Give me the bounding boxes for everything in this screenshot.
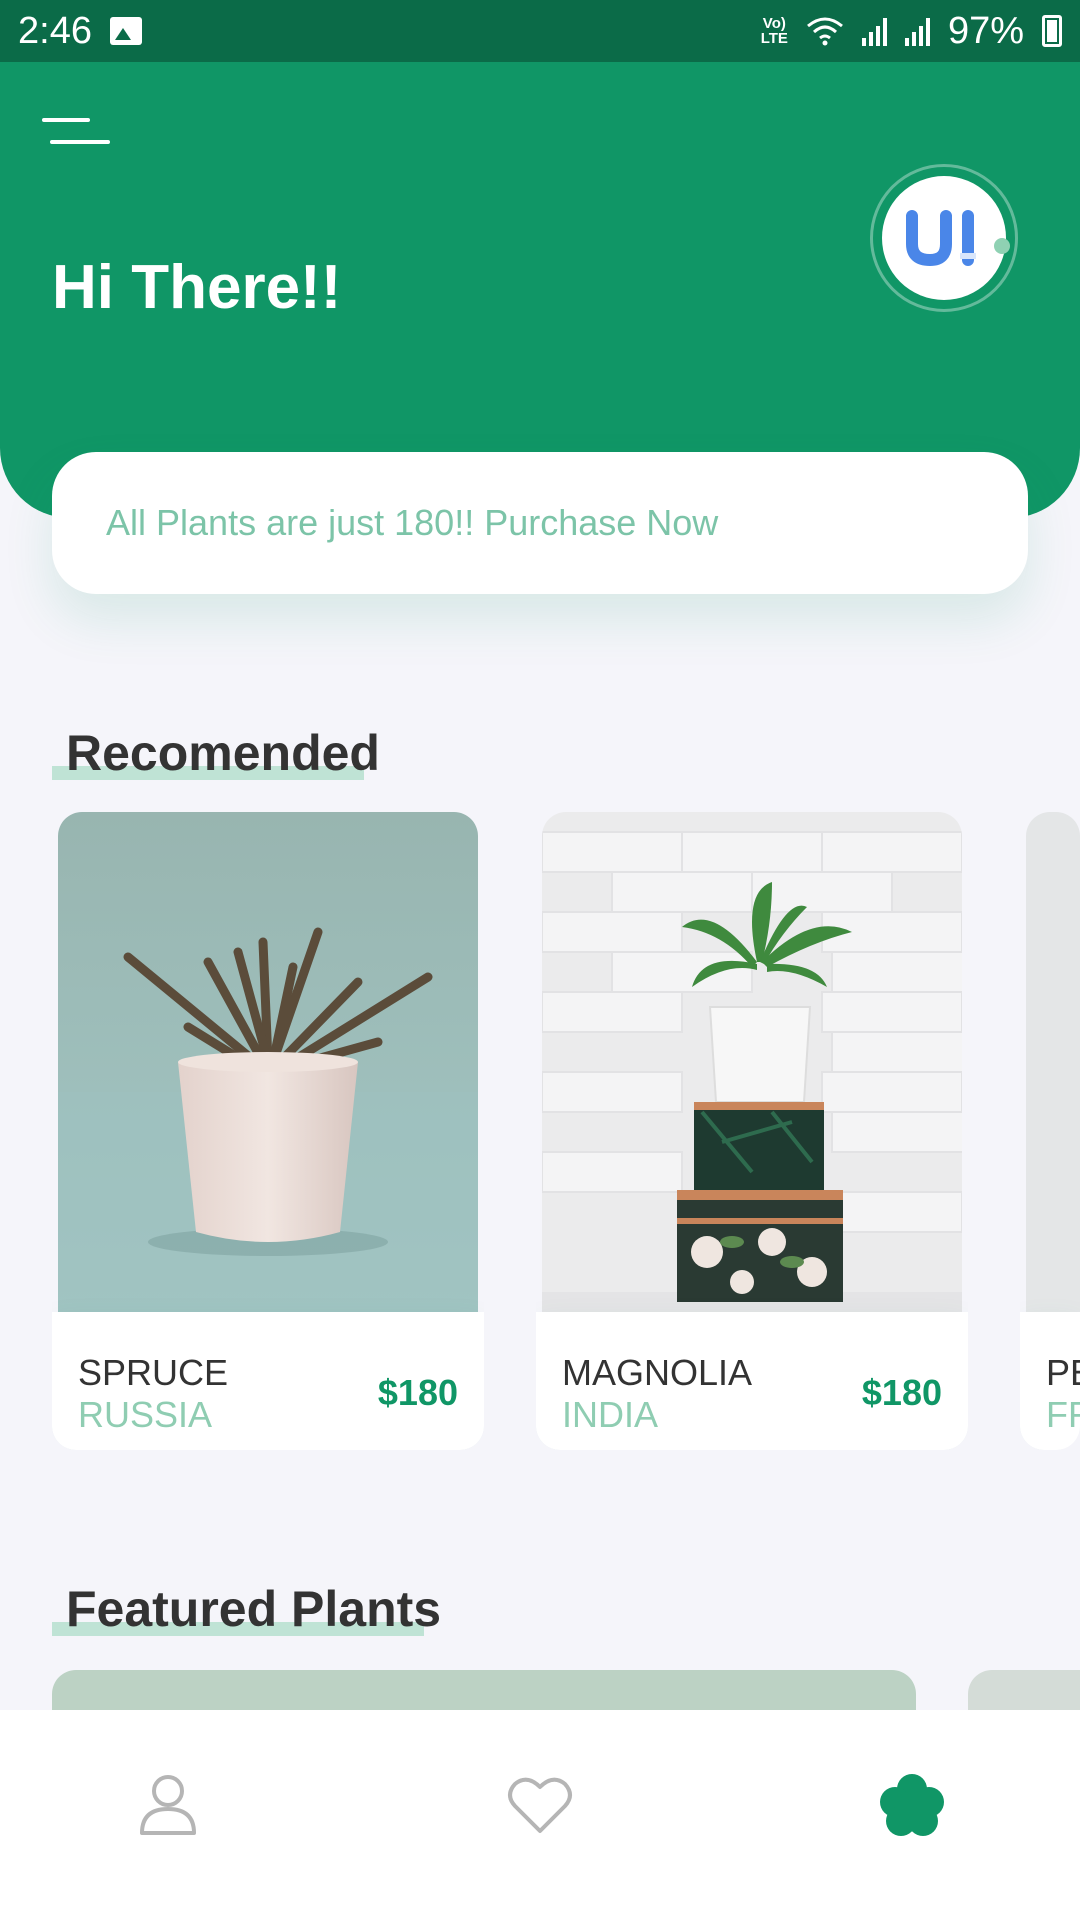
user-icon bbox=[140, 1775, 196, 1835]
heart-icon bbox=[508, 1777, 572, 1833]
promo-search-bar[interactable] bbox=[52, 452, 1028, 594]
plant-name: PE bbox=[1046, 1352, 1080, 1393]
avatar[interactable] bbox=[870, 164, 1018, 312]
signal-icon-2 bbox=[904, 16, 930, 46]
signal-icon bbox=[861, 16, 887, 46]
recommended-section-title: Recomended bbox=[52, 724, 380, 782]
promo-input[interactable] bbox=[106, 502, 986, 544]
plant-card-partial[interactable]: PE FF bbox=[1020, 812, 1080, 1450]
plant-card-magnolia[interactable]: MAGNOLIA INDIA $180 bbox=[536, 812, 968, 1450]
plant-photo bbox=[1026, 812, 1080, 1312]
card-info: SPRUCE RUSSIA $180 bbox=[52, 1312, 484, 1450]
volte-indicator: Vo) LTE bbox=[760, 15, 788, 47]
status-time: 2:46 bbox=[18, 9, 92, 52]
ui-logo-icon bbox=[906, 210, 976, 267]
menu-line-top bbox=[42, 118, 90, 122]
plant-country: INDIA bbox=[562, 1394, 659, 1435]
plant-photo bbox=[58, 812, 478, 1312]
plant-price: $180 bbox=[861, 1372, 942, 1413]
menu-button[interactable] bbox=[40, 118, 110, 158]
plant-country: FF bbox=[1046, 1394, 1080, 1435]
spruce-plant-image bbox=[58, 812, 478, 1312]
plant-name: MAGNOLIA bbox=[562, 1352, 753, 1393]
nav-favorites[interactable] bbox=[495, 1760, 585, 1850]
image-notification-icon bbox=[109, 17, 142, 45]
plant-name: SPRUCE bbox=[78, 1352, 229, 1393]
plant-photo bbox=[542, 812, 962, 1312]
featured-section-title: Featured Plants bbox=[52, 1580, 441, 1638]
featured-title: Featured Plants bbox=[66, 1581, 442, 1637]
menu-line-bottom bbox=[50, 140, 110, 144]
battery-percent: 97% bbox=[947, 9, 1024, 52]
status-bar: 2:46 Vo) LTE 97% bbox=[0, 0, 1080, 62]
wifi-icon bbox=[806, 17, 843, 46]
flower-icon bbox=[880, 1774, 944, 1836]
card-info: PE FF bbox=[1020, 1312, 1080, 1450]
magnolia-plant-image bbox=[542, 812, 962, 1312]
nav-plants[interactable] bbox=[867, 1760, 957, 1850]
status-right: Vo) LTE 97% bbox=[761, 10, 1062, 53]
status-left: 2:46 bbox=[18, 10, 142, 53]
recommended-title: Recomended bbox=[66, 725, 380, 781]
avatar-logo bbox=[882, 176, 1006, 300]
card-info: MAGNOLIA INDIA $180 bbox=[536, 1312, 968, 1450]
greeting-text: Hi There!! bbox=[52, 253, 342, 322]
plant-country: RUSSIA bbox=[78, 1394, 213, 1435]
battery-icon bbox=[1042, 15, 1062, 47]
plant-price: $180 bbox=[377, 1372, 458, 1413]
nav-profile[interactable] bbox=[123, 1760, 213, 1850]
online-status-dot bbox=[994, 238, 1010, 254]
plant-card-spruce[interactable]: SPRUCE RUSSIA $180 bbox=[52, 812, 484, 1450]
bottom-navigation bbox=[0, 1710, 1080, 1920]
